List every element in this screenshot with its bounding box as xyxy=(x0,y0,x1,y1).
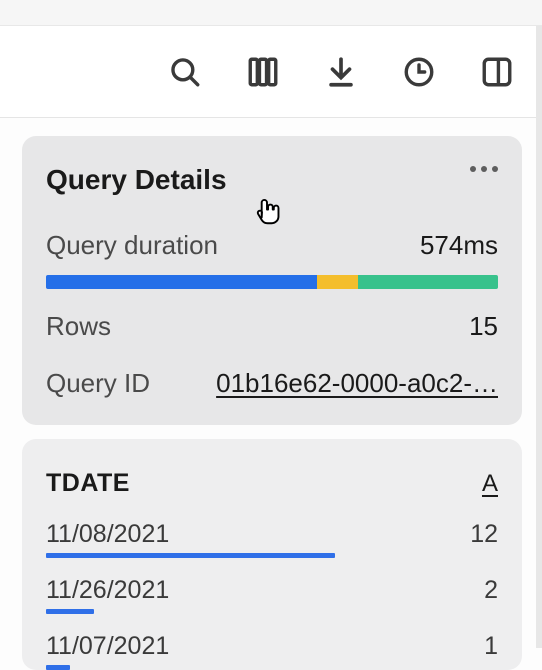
distribution-date: 11/07/2021 xyxy=(46,632,169,661)
distribution-date: 11/26/2021 xyxy=(46,576,169,605)
pointer-cursor-icon xyxy=(250,192,284,231)
panel-icon[interactable] xyxy=(480,55,514,89)
right-divider xyxy=(536,26,542,648)
more-icon[interactable] xyxy=(470,166,498,172)
distribution-bar xyxy=(46,665,70,670)
rows-value: 15 xyxy=(469,311,498,342)
toolbar xyxy=(0,26,542,118)
query-id-row: Query ID 01b16e62-0000-a0c2-… xyxy=(46,368,498,399)
distribution-row: 11/07/2021 1 xyxy=(46,632,498,661)
clock-icon[interactable] xyxy=(402,55,436,89)
download-icon[interactable] xyxy=(324,55,358,89)
distribution-date: 11/08/2021 xyxy=(46,520,169,549)
duration-bar-segment xyxy=(358,275,498,289)
query-details-panel: Query Details Query duration 574ms Rows … xyxy=(22,136,522,425)
window-strip xyxy=(0,0,542,26)
distribution-count: 2 xyxy=(484,576,498,605)
column-type-icon[interactable]: A xyxy=(482,470,498,498)
distribution-count: 1 xyxy=(484,632,498,661)
query-id-label: Query ID xyxy=(46,368,150,399)
distribution-row: 11/08/2021 12 xyxy=(46,520,498,549)
distribution-row: 11/26/2021 2 xyxy=(46,576,498,605)
search-icon[interactable] xyxy=(168,55,202,89)
duration-row: Query duration 574ms xyxy=(46,230,498,261)
distribution-bar xyxy=(46,609,94,614)
distribution-count: 12 xyxy=(470,520,498,549)
duration-value: 574ms xyxy=(420,230,498,261)
rows-label: Rows xyxy=(46,311,111,342)
rows-row: Rows 15 xyxy=(46,311,498,342)
duration-bar-segment xyxy=(46,275,317,289)
column-stats-panel: TDATE A 11/08/2021 12 11/26/2021 2 11/07/202… xyxy=(22,439,522,670)
duration-bar xyxy=(46,275,498,289)
duration-label: Query duration xyxy=(46,230,218,261)
column-name: TDATE xyxy=(46,469,130,498)
columns-icon[interactable] xyxy=(246,55,280,89)
column-header: TDATE A xyxy=(46,469,498,498)
query-id-value[interactable]: 01b16e62-0000-a0c2-… xyxy=(216,368,498,399)
distribution-bar xyxy=(46,553,335,558)
panel-title: Query Details xyxy=(46,164,498,196)
duration-bar-segment xyxy=(317,275,358,289)
